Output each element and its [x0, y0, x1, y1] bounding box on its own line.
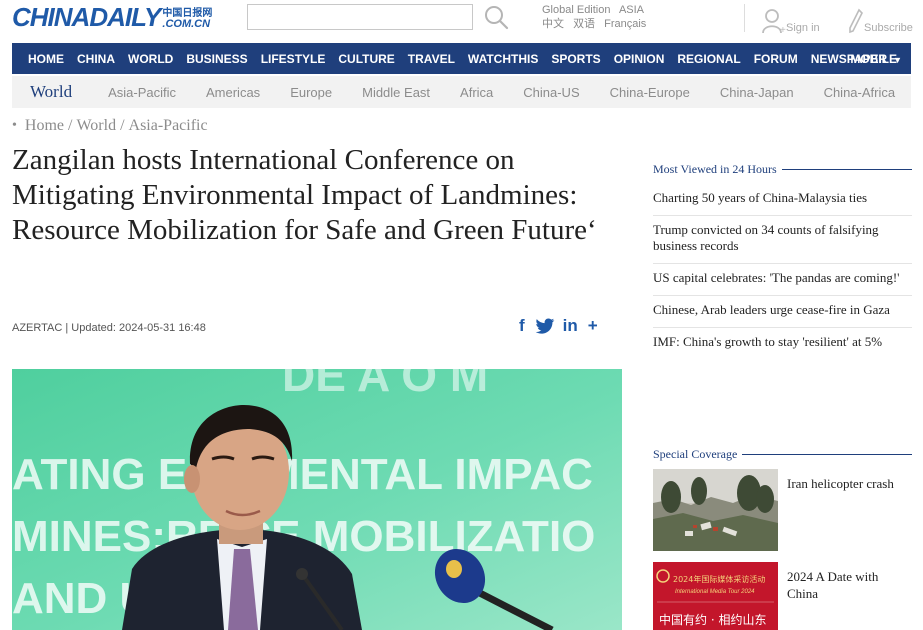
section-subnav: World Asia-Pacific Americas Europe Middl…	[12, 76, 911, 108]
subnav-china-japan[interactable]: China-Japan	[720, 85, 794, 100]
search-input[interactable]	[247, 4, 473, 30]
edition-global[interactable]: Global Edition	[542, 4, 611, 16]
special-coverage-title: Special Coverage	[653, 446, 738, 461]
main-nav: HOME CHINA WORLD BUSINESS LIFESTYLE CULT…	[12, 43, 911, 74]
subnav-middle-east[interactable]: Middle East	[362, 85, 430, 100]
photo-banner-line-1: ATING EN NMENTAL IMPAC	[12, 450, 593, 499]
search-icon[interactable]	[483, 4, 509, 30]
header-rule	[781, 168, 912, 170]
media-tour-banner-image: 2024年国际媒体采访活动 International Media Tour 2…	[653, 562, 778, 630]
subnav-world[interactable]: World	[30, 82, 72, 102]
helicopter-crash-image	[653, 469, 778, 551]
edition-row-1: Global Edition ASIA	[542, 3, 652, 17]
subnav-europe[interactable]: Europe	[290, 85, 332, 100]
subnav-china-africa[interactable]: China-Africa	[824, 85, 896, 100]
special-thumbnail	[653, 469, 778, 551]
header-rule	[742, 453, 912, 455]
pen-icon	[849, 8, 863, 34]
linkedin-icon[interactable]: in	[563, 316, 578, 336]
edition-chinese[interactable]: 中文	[542, 18, 564, 30]
article-meta: AZERTAC | Updated: 2024-05-31 16:48	[12, 322, 206, 334]
share-bar: f in +	[519, 316, 608, 336]
nav-culture[interactable]: CULTURE	[338, 52, 394, 66]
special-item-date-with-china[interactable]: 2024年国际媒体采访活动 International Media Tour 2…	[653, 562, 912, 630]
list-item[interactable]: Chinese, Arab leaders urge cease-fire in…	[653, 296, 912, 328]
edition-french[interactable]: Français	[604, 18, 646, 30]
thumb-text-bottom: 中国有约 · 相约山东	[659, 612, 766, 627]
subscribe-label: Subscribe	[864, 22, 913, 34]
subscribe-link[interactable]: Subscribe	[848, 4, 913, 34]
chinadaily-logo[interactable]: CHINADAILY 中国日报网 .COM.CN	[12, 4, 212, 30]
special-thumbnail: 2024年国际媒体采访活动 International Media Tour 2…	[653, 562, 778, 630]
list-item[interactable]: IMF: China's growth to stay 'resilient' …	[653, 328, 912, 359]
thumb-text-mid: International Media Tour 2024	[675, 589, 755, 595]
nav-travel[interactable]: TRAVEL	[408, 52, 455, 66]
header-divider	[744, 4, 745, 32]
list-item[interactable]: Charting 50 years of China-Malaysia ties	[653, 184, 912, 216]
breadcrumb-asia-pacific[interactable]: Asia-Pacific	[129, 117, 208, 135]
most-viewed-header: Most Viewed in 24 Hours	[653, 161, 912, 177]
nav-watchthis[interactable]: WATCHTHIS	[468, 52, 538, 66]
breadcrumb-home[interactable]: Home	[25, 117, 64, 135]
breadcrumb-separator: /	[120, 117, 125, 134]
sign-in-label: Sign in	[786, 22, 820, 34]
breadcrumb-separator: /	[68, 117, 73, 134]
nav-opinion[interactable]: OPINION	[614, 52, 665, 66]
subnav-china-us[interactable]: China-US	[523, 85, 579, 100]
subnav-africa[interactable]: Africa	[460, 85, 493, 100]
nav-china[interactable]: CHINA	[77, 52, 115, 66]
special-coverage-header: Special Coverage	[653, 446, 912, 462]
breadcrumb-bullet: •	[12, 118, 17, 133]
sign-in-link[interactable]: + Sign in	[762, 4, 820, 34]
list-item[interactable]: US capital celebrates: 'The pandas are c…	[653, 264, 912, 296]
article-photo: DE A O M ATING EN NMENTAL IMPAC MINES:RE…	[12, 369, 622, 630]
logo-domain: .COM.CN	[162, 18, 211, 30]
nav-lifestyle[interactable]: LIFESTYLE	[261, 52, 326, 66]
list-item[interactable]: Trump convicted on 34 counts of falsifyi…	[653, 216, 912, 264]
nav-forum[interactable]: FORUM	[754, 52, 798, 66]
edition-bilingual[interactable]: 双语	[573, 18, 595, 30]
breadcrumb-world[interactable]: World	[76, 117, 116, 135]
top-bar: CHINADAILY 中国日报网 .COM.CN Global Edition …	[0, 0, 923, 42]
logo-wordmark: CHINADAILY	[12, 2, 161, 32]
thumb-text-top: 2024年国际媒体采访活动	[673, 574, 765, 584]
most-viewed-list: Charting 50 years of China-Malaysia ties…	[653, 184, 912, 359]
svg-text:DE A O M: DE A O M	[282, 369, 488, 401]
user-icon: +	[762, 9, 786, 34]
nav-sports[interactable]: SPORTS	[551, 52, 600, 66]
edition-asia[interactable]: ASIA	[619, 4, 644, 16]
logo-side: 中国日报网 .COM.CN	[162, 8, 212, 30]
edition-row-2: 中文 双语 Français	[542, 17, 652, 31]
article-headline: Zangilan hosts International Conference …	[12, 144, 597, 246]
subnav-asia-pacific[interactable]: Asia-Pacific	[108, 85, 176, 100]
breadcrumb: • Home / World / Asia-Pacific	[12, 117, 208, 135]
conference-photo: DE A O M ATING EN NMENTAL IMPAC MINES:RE…	[12, 369, 622, 630]
subnav-americas[interactable]: Americas	[206, 85, 260, 100]
nav-business[interactable]: BUSINESS	[186, 52, 247, 66]
most-viewed-title: Most Viewed in 24 Hours	[653, 161, 777, 176]
nav-regional[interactable]: REGIONAL	[677, 52, 740, 66]
more-share-icon[interactable]: +	[588, 316, 598, 336]
nav-world[interactable]: WORLD	[128, 52, 173, 66]
facebook-icon[interactable]: f	[519, 316, 525, 336]
special-label: 2024 A Date with China	[787, 569, 879, 601]
edition-selector: Global Edition ASIA 中文 双语 Français	[542, 3, 652, 31]
nav-mobile[interactable]: MOBILE	[850, 52, 897, 66]
special-label: Iran helicopter crash	[787, 476, 894, 491]
twitter-icon[interactable]	[535, 318, 555, 335]
subnav-china-europe[interactable]: China-Europe	[610, 85, 690, 100]
nav-home[interactable]: HOME	[28, 52, 64, 66]
special-item-iran-helicopter[interactable]: Iran helicopter crash	[653, 469, 912, 551]
